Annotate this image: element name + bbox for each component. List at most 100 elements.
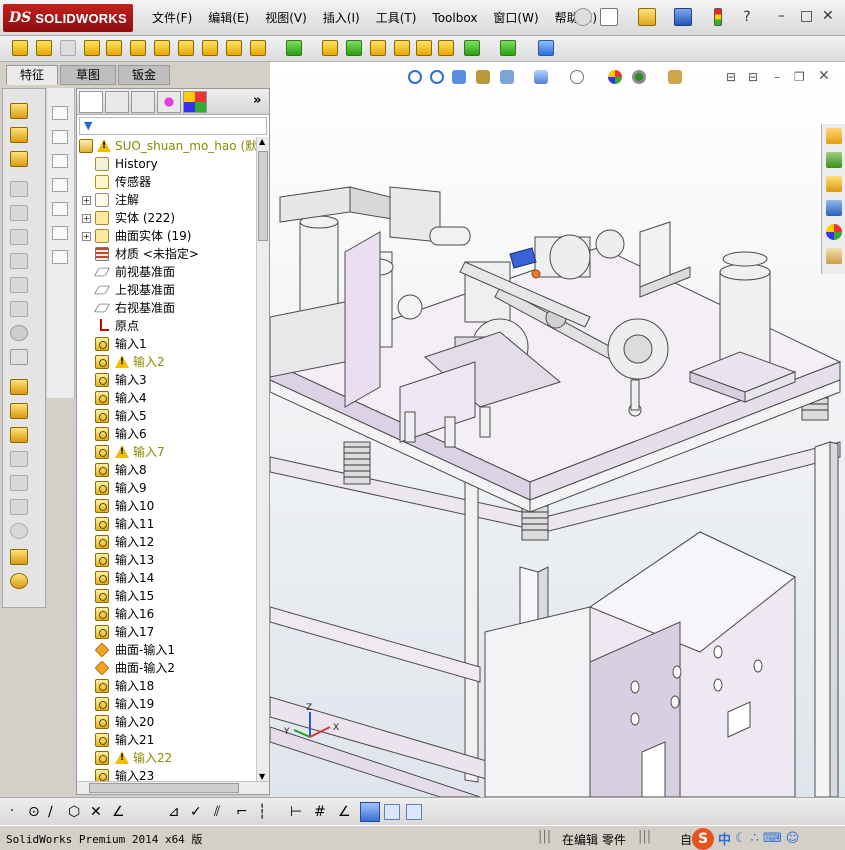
corner-icon[interactable]: ⌐: [236, 804, 252, 820]
sketch-plane-icon-3[interactable]: [52, 154, 68, 168]
draft-icon[interactable]: [346, 40, 362, 56]
rib-icon[interactable]: [322, 40, 338, 56]
tree-item[interactable]: 输入3: [77, 371, 257, 389]
menu-tools[interactable]: 工具(T): [368, 9, 425, 27]
tree-item[interactable]: 曲面-输入2: [77, 659, 257, 677]
tree-item[interactable]: 输入18: [77, 677, 257, 695]
combine-icon[interactable]: [10, 475, 28, 491]
shell-icon[interactable]: [370, 40, 386, 56]
split-icon[interactable]: [10, 451, 28, 467]
tree-item[interactable]: 输入13: [77, 551, 257, 569]
center-point-icon[interactable]: ⊙: [28, 804, 44, 820]
tree-item[interactable]: 输入21: [77, 731, 257, 749]
extrude-icon[interactable]: [10, 103, 28, 119]
sketch-plane-icon-6[interactable]: [52, 226, 68, 240]
minimize-icon[interactable]: –: [778, 8, 785, 24]
hole-wizard-icon[interactable]: [10, 349, 28, 365]
sketch-plane-icon-5[interactable]: [52, 202, 68, 216]
angle-icon[interactable]: ∠: [112, 804, 128, 820]
fillet-icon[interactable]: [250, 40, 266, 56]
thicken-icon[interactable]: [10, 253, 28, 269]
dome-icon[interactable]: [10, 325, 28, 341]
view-palette-icon[interactable]: [826, 200, 842, 216]
tree-item[interactable]: 输入12: [77, 533, 257, 551]
sketch-plane-icon-2[interactable]: [52, 130, 68, 144]
swept-boss-icon[interactable]: [60, 40, 76, 56]
intersect-icon[interactable]: [416, 40, 432, 56]
tree-item[interactable]: 输入19: [77, 695, 257, 713]
revolved-cut-icon[interactable]: [154, 40, 170, 56]
pattern-tool-icon[interactable]: [10, 427, 28, 443]
menu-view[interactable]: 视图(V): [257, 9, 315, 27]
dimxpert-tab-icon[interactable]: [157, 91, 181, 113]
tree-item[interactable]: 输入15: [77, 587, 257, 605]
3d-view-icon[interactable]: [360, 802, 380, 822]
extruded-cut-icon[interactable]: [130, 40, 146, 56]
save-icon[interactable]: [674, 8, 692, 26]
loft-icon[interactable]: [10, 205, 28, 221]
scroll-thumb[interactable]: [258, 151, 268, 241]
menu-insert[interactable]: 插入(I): [315, 9, 368, 27]
home-icon[interactable]: [826, 128, 842, 144]
delete-body-icon[interactable]: [10, 523, 28, 539]
user-icon[interactable]: ☺: [786, 831, 800, 846]
curve-icon[interactable]: [10, 549, 28, 565]
close-icon[interactable]: ✕: [822, 8, 834, 24]
tree-item[interactable]: 传感器: [77, 173, 257, 191]
tree-item[interactable]: + 注解: [77, 191, 257, 209]
shell-tool-icon[interactable]: [10, 379, 28, 395]
model-view[interactable]: Z X Y: [270, 62, 845, 797]
sketch-plane-icon-7[interactable]: [52, 250, 68, 264]
help-icon[interactable]: ?: [738, 8, 756, 26]
tree-item[interactable]: 输入5: [77, 407, 257, 425]
new-document-icon[interactable]: [600, 8, 618, 26]
relation-icon[interactable]: ⊿: [168, 804, 184, 820]
file-explorer-icon[interactable]: [826, 176, 842, 192]
tree-item[interactable]: 输入4: [77, 389, 257, 407]
linear-pattern-icon[interactable]: [286, 40, 302, 56]
line-icon[interactable]: ∕: [48, 804, 64, 820]
boundary-cut-icon[interactable]: [226, 40, 242, 56]
four-view-icon[interactable]: [406, 804, 422, 820]
tab-sketch[interactable]: 草图: [60, 65, 116, 85]
tree-item[interactable]: History: [77, 155, 257, 173]
tree-root[interactable]: SUO_shuan_mo_hao (默认: [77, 137, 257, 155]
tree-item[interactable]: 曲面-输入1: [77, 641, 257, 659]
open-folder-icon[interactable]: [638, 8, 656, 26]
tree-item[interactable]: 上视基准面: [77, 281, 257, 299]
solidworks-logo[interactable]: DS SOLIDWORKS: [3, 4, 133, 32]
revolve-boss-icon[interactable]: [36, 40, 52, 56]
tree-item[interactable]: 材质 <未指定>: [77, 245, 257, 263]
tree-item[interactable]: 右视基准面: [77, 299, 257, 317]
boundary-icon[interactable]: [10, 229, 28, 245]
scroll-up-icon[interactable]: ▲: [259, 137, 265, 146]
tree-item[interactable]: 输入16: [77, 605, 257, 623]
punctuation-icon[interactable]: ∴: [751, 831, 759, 846]
feature-tree-tab-icon[interactable]: [79, 91, 103, 113]
tree-item[interactable]: 输入7: [77, 443, 257, 461]
tree-item[interactable]: 输入10: [77, 497, 257, 515]
tab-features[interactable]: 特征: [6, 65, 58, 85]
tree-item[interactable]: 输入6: [77, 425, 257, 443]
expand-panel-icon[interactable]: »: [253, 93, 261, 108]
tree-item[interactable]: + 实体 (222): [77, 209, 257, 227]
reference-geometry-icon[interactable]: [464, 40, 480, 56]
swept-cut-icon[interactable]: [178, 40, 194, 56]
trim-icon[interactable]: ✕: [90, 804, 106, 820]
scroll-down-icon[interactable]: ▼: [259, 772, 265, 781]
sogou-logo-icon[interactable]: S: [692, 827, 714, 850]
design-library-icon[interactable]: [826, 152, 842, 168]
tree-item[interactable]: 输入20: [77, 713, 257, 731]
tree-item[interactable]: 输入14: [77, 569, 257, 587]
tree-vertical-scrollbar[interactable]: ▲ ▼: [256, 137, 269, 781]
expand-toggle-icon[interactable]: +: [82, 214, 91, 223]
extrude-boss-icon[interactable]: [12, 40, 28, 56]
configuration-manager-tab-icon[interactable]: [131, 91, 155, 113]
menu-window[interactable]: 窗口(W): [485, 9, 546, 27]
thicken-cut-icon[interactable]: [10, 277, 28, 293]
polygon-icon[interactable]: ⬡: [68, 804, 84, 820]
construction-icon[interactable]: ┆: [258, 804, 274, 820]
check-icon[interactable]: ✓: [190, 804, 206, 820]
tree-item[interactable]: 输入1: [77, 335, 257, 353]
parallel-icon[interactable]: ⫽: [214, 804, 230, 820]
